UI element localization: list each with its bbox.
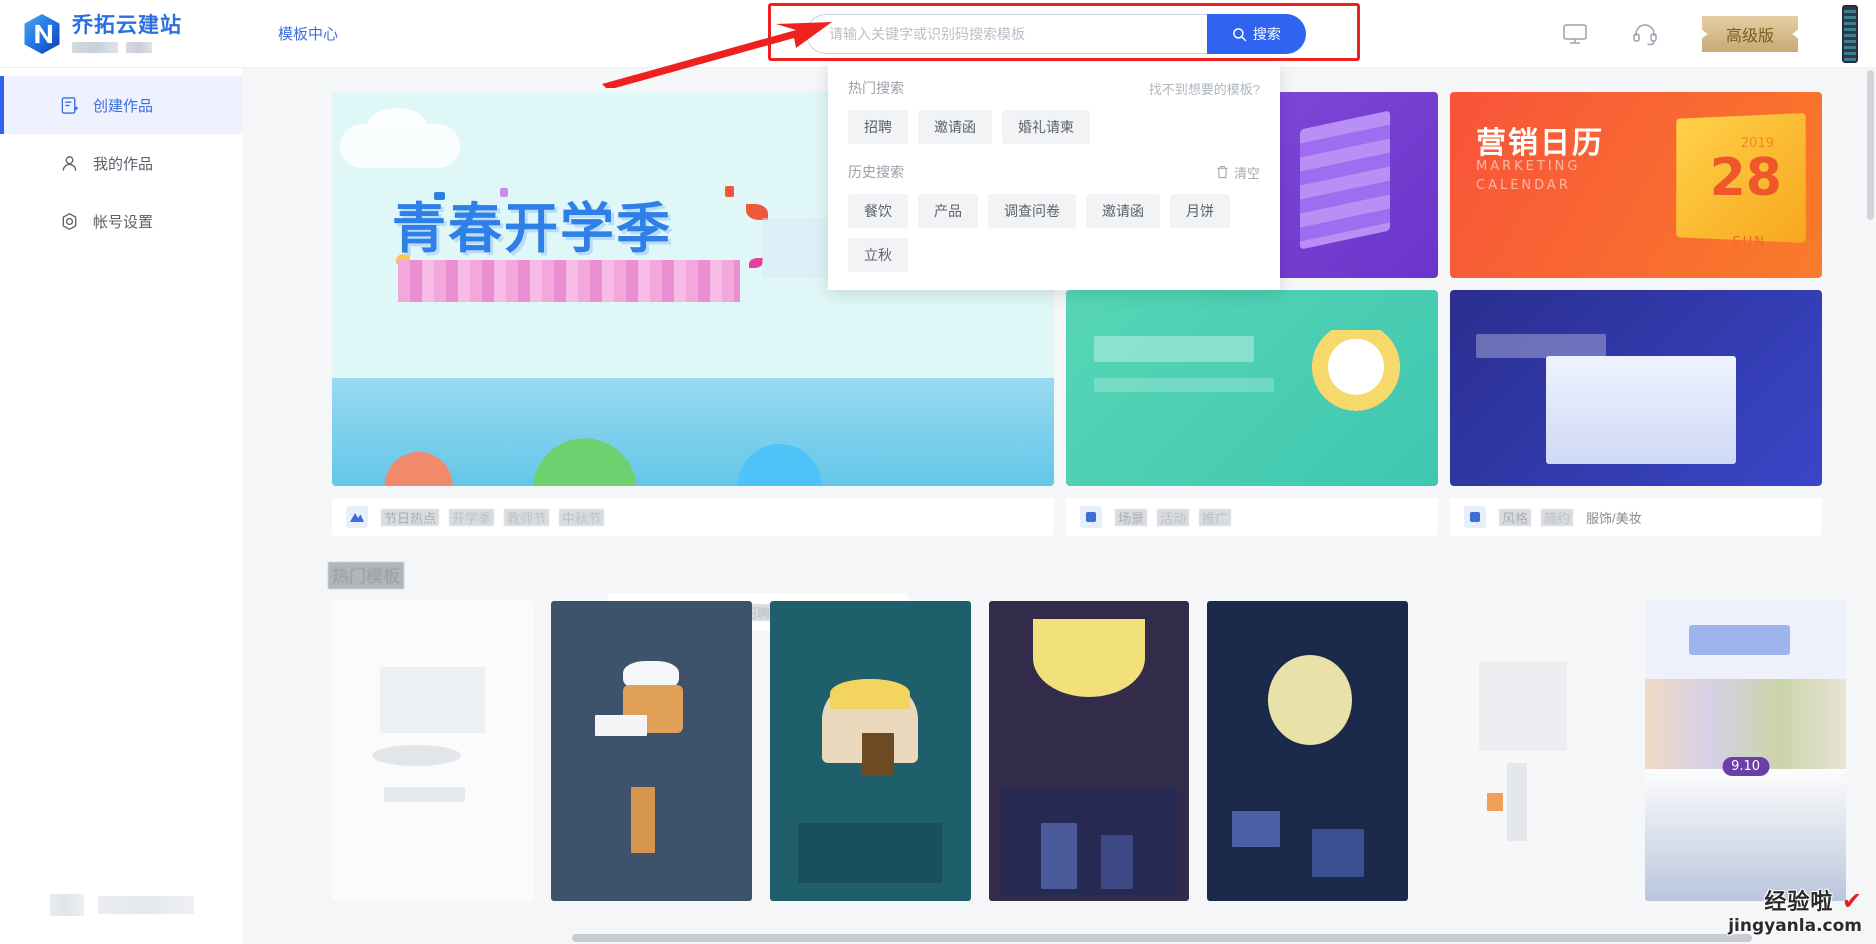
search-button[interactable]: 搜索 — [1206, 14, 1306, 54]
history-tag[interactable]: 调查问卷 — [988, 194, 1076, 228]
section-header: 热门模板 — [242, 536, 1876, 589]
hot-tag[interactable]: 婚礼请柬 — [1002, 110, 1090, 144]
category-bar-scene: 场景 活动 推广 — [1066, 498, 1438, 536]
check-icon: ✔ — [1841, 888, 1862, 915]
template-card-3[interactable] — [769, 601, 971, 901]
category-bars: 节日热点 开学季 教师节 中秋节 场景 活动 推广 风格 简约 服饰/美妆 — [242, 486, 1876, 536]
sidebar-item-label: 帐号设置 — [93, 213, 154, 231]
category-item[interactable]: 节日热点 — [381, 508, 440, 527]
brand-subtitle-redacted — [72, 41, 182, 53]
app-root: 乔拓云建站 模板中心 搜索 — [0, 0, 1876, 944]
category-item[interactable]: 教师节 — [504, 508, 550, 527]
document-plus-icon — [60, 96, 79, 115]
template-card-7[interactable]: 9.10 — [1645, 601, 1846, 901]
header-right-actions: 高级版 — [1562, 0, 1858, 68]
banner-calendar-subtitle: MARKETING CALENDAR — [1476, 159, 1581, 193]
calendar-day-number: 28 — [1709, 148, 1782, 208]
hot-search-tags: 招聘 邀请函 婚礼请柬 — [848, 110, 1260, 144]
sidebar-footer-redacted — [50, 894, 194, 916]
sidebar-item-my-works[interactable]: 我的作品 — [0, 134, 242, 192]
category-item[interactable]: 风格 — [1499, 508, 1532, 527]
history-tag[interactable]: 立秋 — [848, 238, 908, 272]
category-item[interactable]: 简约 — [1541, 508, 1574, 527]
trash-icon — [1217, 165, 1228, 179]
search-icon — [1233, 27, 1247, 41]
banner-hero-subtitle-redacted — [398, 260, 740, 302]
banner-navy-redacted[interactable] — [1450, 290, 1822, 486]
history-tag[interactable]: 餐饮 — [848, 194, 908, 228]
watermark-text: 经验啦 — [1764, 889, 1834, 914]
left-sidebar: 创建作品 我的作品 帐号设置 — [0, 68, 242, 944]
brand-title: 乔拓云建站 — [72, 14, 182, 38]
template-card-4[interactable] — [988, 601, 1190, 901]
hot-tag[interactable]: 招聘 — [848, 110, 908, 144]
sidebar-item-label: 我的作品 — [93, 155, 154, 173]
horizontal-scrollbar[interactable] — [572, 934, 1752, 942]
gear-circle-icon — [60, 212, 79, 231]
top-header: 乔拓云建站 模板中心 搜索 — [0, 0, 1876, 68]
template-date-badge: 9.10 — [1722, 757, 1770, 776]
search-bar: 搜索 — [806, 14, 1306, 54]
category-bar-holiday: 节日热点 开学季 教师节 中秋节 — [332, 498, 1054, 536]
cloud-decoration-icon — [340, 108, 460, 168]
hexagon-n-logo-icon — [24, 13, 60, 54]
sidebar-item-create[interactable]: 创建作品 — [0, 76, 242, 134]
template-card-6[interactable] — [1426, 601, 1628, 901]
template-card-2[interactable] — [550, 601, 752, 901]
banner-hero-illustration — [332, 378, 1054, 486]
header-nav: 模板中心 — [278, 23, 338, 44]
hot-tag[interactable]: 邀请函 — [918, 110, 992, 144]
sidebar-item-account-settings[interactable]: 帐号设置 — [0, 192, 242, 250]
calendar-weekday: SUN — [1732, 235, 1766, 250]
watermark-url: jingyanla.com — [1728, 916, 1862, 936]
history-tag[interactable]: 产品 — [918, 194, 978, 228]
history-tag[interactable]: 月饼 — [1170, 194, 1230, 228]
user-icon — [60, 154, 79, 173]
section-title: 热门模板 — [328, 562, 404, 589]
page-scrollbar[interactable] — [1867, 70, 1874, 220]
template-not-found-link[interactable]: 找不到想要的模板? — [1149, 79, 1260, 98]
square-icon — [1464, 506, 1486, 528]
search-suggestions-panel: 热门搜索 找不到想要的模板? 招聘 邀请函 婚礼请柬 历史搜索 清空 餐饮 产品… — [828, 62, 1280, 290]
monitor-icon[interactable] — [1562, 22, 1588, 46]
mountain-icon — [346, 506, 368, 528]
banner-marketing-calendar[interactable]: 2019 28 SUN 营销日历 MARKETING CALENDAR — [1450, 92, 1822, 278]
history-search-label: 历史搜索 — [848, 164, 904, 180]
headset-icon[interactable] — [1632, 22, 1658, 46]
search-input[interactable] — [806, 14, 1207, 54]
search-button-label: 搜索 — [1252, 26, 1281, 42]
banner-teal-redacted[interactable] — [1066, 290, 1438, 486]
history-search-header: 历史搜索 清空 — [848, 162, 1260, 182]
template-card-5[interactable] — [1207, 601, 1409, 901]
category-item[interactable]: 服饰/美妆 — [1586, 508, 1642, 527]
watermark: 经验啦 ✔ jingyanla.com — [1728, 884, 1862, 936]
template-card-grid: 9.10 — [242, 587, 1876, 901]
clear-history-button[interactable]: 清空 — [1216, 163, 1260, 182]
vip-side-strip[interactable] — [1842, 5, 1858, 63]
brand-logo[interactable]: 乔拓云建站 — [0, 0, 242, 68]
square-icon — [1080, 506, 1102, 528]
clear-history-label: 清空 — [1233, 165, 1260, 181]
category-item[interactable]: 中秋节 — [559, 508, 605, 527]
sidebar-item-label: 创建作品 — [93, 97, 154, 115]
pro-version-label: 高级版 — [1725, 28, 1774, 45]
hot-search-header: 热门搜索 找不到想要的模板? — [848, 78, 1260, 98]
template-card-1[interactable] — [332, 601, 533, 901]
category-bar-style: 风格 简约 服饰/美妆 — [1450, 498, 1822, 536]
banner-hero-title: 青春开学季 — [392, 197, 672, 260]
category-item[interactable]: 推广 — [1199, 508, 1232, 527]
nav-template-center[interactable]: 模板中心 — [278, 23, 338, 44]
history-search-tags: 餐饮 产品 调查问卷 邀请函 月饼 立秋 — [848, 194, 1260, 272]
banner-calendar-title: 营销日历 — [1476, 127, 1604, 160]
pro-version-badge[interactable]: 高级版 — [1702, 16, 1798, 52]
category-item[interactable]: 场景 — [1115, 508, 1148, 527]
category-item[interactable]: 活动 — [1157, 508, 1190, 527]
history-tag[interactable]: 邀请函 — [1086, 194, 1160, 228]
hot-search-label: 热门搜索 — [848, 80, 904, 96]
category-item[interactable]: 开学季 — [449, 508, 495, 527]
